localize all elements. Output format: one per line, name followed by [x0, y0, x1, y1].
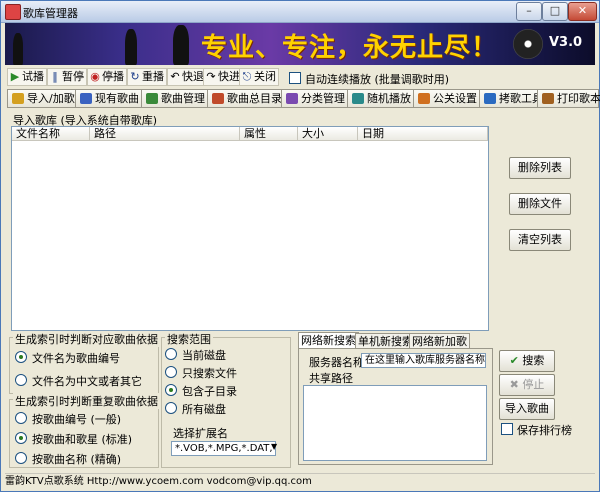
close-button[interactable]: ✕: [568, 2, 597, 21]
chevron-down-icon[interactable]: ▼: [271, 442, 277, 451]
pause-button[interactable]: ‖ 暂停: [47, 68, 87, 86]
minimize-button[interactable]: –: [516, 2, 542, 21]
radio-filename-as-number[interactable]: 文件名为歌曲编号: [15, 350, 120, 366]
banner: 专业、专注，永无止尽！ V3.0: [5, 23, 595, 65]
column-header-attribute[interactable]: 属性: [240, 127, 298, 141]
rewind-button[interactable]: ↶ 快退: [167, 68, 207, 86]
column-header-filename[interactable]: 文件名称: [12, 127, 90, 141]
radio-by-song-name[interactable]: 按歌曲名称 (精确): [15, 451, 121, 467]
fast-forward-button[interactable]: ↷ 快进: [203, 68, 243, 86]
server-name-label: 服务器名称: [309, 356, 364, 369]
index-song-legend: 生成索引时判断对应歌曲依据: [13, 331, 160, 347]
category-icon: [286, 93, 298, 104]
tab-network-search[interactable]: 网络新搜索: [298, 332, 359, 349]
index-dup-legend: 生成索引时判断重复歌曲依据: [13, 393, 160, 409]
main-window: 歌库管理器 – □ ✕ 专业、专注，永无止尽！ V3.0 ▶ 试播 ‖ 暂停 ◉ 停播…: [0, 0, 600, 492]
extension-label: 选择扩展名: [173, 427, 228, 440]
replay-button[interactable]: ↻ 重播: [127, 68, 167, 86]
delete-list-button[interactable]: 删除列表: [509, 157, 571, 179]
radio-filename-as-chinese[interactable]: 文件名为中文或者其它: [15, 373, 142, 389]
tab-random-play[interactable]: 随机播放: [347, 89, 419, 108]
music-note-icon: [146, 93, 158, 104]
search-button[interactable]: ✔ 搜索: [499, 350, 555, 372]
radio-by-song-number[interactable]: 按歌曲编号 (一般): [15, 411, 121, 427]
tab-song-management[interactable]: 歌曲管理: [141, 89, 213, 108]
tab-copy-tool[interactable]: 拷歌工具: [479, 89, 545, 108]
fast-forward-icon: ↷: [206, 70, 216, 83]
radio-current-disk[interactable]: 当前磁盘: [165, 347, 226, 363]
replay-icon: ↻: [130, 70, 140, 83]
tab-existing-songs[interactable]: 现有歌曲: [75, 89, 147, 108]
play-icon: ▶: [10, 70, 20, 83]
column-header-size[interactable]: 大小: [298, 127, 358, 141]
book-icon: [80, 93, 92, 104]
shuffle-icon: [352, 93, 364, 104]
pause-icon: ‖: [52, 70, 58, 83]
title-bar: 歌库管理器 – □ ✕: [1, 1, 599, 23]
dancer-silhouette-icon: [125, 29, 137, 65]
folder-icon: [12, 93, 24, 104]
cross-icon: ✖: [509, 378, 519, 391]
stop-icon: ◉: [90, 70, 100, 83]
exit-icon: ⎋: [242, 70, 252, 83]
radio-search-files-only[interactable]: 只搜索文件: [165, 365, 237, 381]
singer-silhouette-icon: [173, 25, 189, 65]
extension-select[interactable]: *.VOB,*.MPG,*.DAT,*.AVI: [171, 441, 276, 456]
window-title: 歌库管理器: [23, 7, 78, 20]
play-button[interactable]: ▶ 试播: [7, 68, 47, 86]
column-header-date[interactable]: 日期: [358, 127, 488, 141]
tab-settings[interactable]: 公关设置: [413, 89, 485, 108]
import-songs-button[interactable]: 导入歌曲: [499, 398, 555, 420]
app-icon: [5, 4, 21, 20]
network-search-pane: 服务器名称 在这里输入歌库服务器名称 共享路径: [298, 348, 493, 465]
tab-song-catalog[interactable]: 歌曲总目录: [207, 89, 287, 108]
tab-local-search[interactable]: 单机新搜索: [355, 333, 416, 349]
tab-network-add[interactable]: 网络新加歌: [409, 333, 470, 349]
print-icon: [542, 93, 554, 104]
maximize-button[interactable]: □: [542, 2, 568, 21]
stop-play-button[interactable]: ◉ 停播: [87, 68, 127, 86]
dancer-silhouette-icon: [13, 33, 23, 65]
checkmark-icon: ✔: [509, 354, 519, 367]
close-player-button[interactable]: ⎋ 关闭: [239, 68, 279, 86]
disc-icon: [513, 29, 543, 59]
tab-category-management[interactable]: 分类管理: [281, 89, 353, 108]
version-label: V3.0: [549, 35, 583, 50]
file-list[interactable]: 文件名称 路径 属性 大小 日期: [11, 126, 489, 331]
radio-all-disks[interactable]: 所有磁盘: [165, 401, 226, 417]
search-scope-legend: 搜索范围: [165, 331, 213, 347]
stop-button[interactable]: ✖ 停止: [499, 374, 555, 396]
tab-import[interactable]: 导入/加歌: [7, 89, 81, 108]
status-bar: 雷韵KTV点歌系统 Http://www.ycoem.com vodcom@vi…: [5, 473, 595, 490]
copy-icon: [484, 93, 496, 104]
column-header-path[interactable]: 路径: [90, 127, 240, 141]
radio-include-subdirs[interactable]: 包含子目录: [165, 383, 237, 399]
settings-icon: [418, 93, 430, 104]
radio-by-song-and-singer[interactable]: 按歌曲和歌星 (标准): [15, 431, 132, 447]
save-rank-checkbox[interactable]: 保存排行榜: [501, 422, 572, 438]
share-path-label: 共享路径: [309, 372, 353, 385]
share-path-list[interactable]: [303, 385, 487, 461]
server-name-input[interactable]: 在这里输入歌库服务器名称: [361, 353, 486, 368]
rewind-icon: ↶: [170, 70, 180, 83]
catalog-icon: [212, 93, 224, 104]
banner-slogan: 专业、专注，永无止尽！: [201, 33, 499, 63]
delete-file-button[interactable]: 删除文件: [509, 193, 571, 215]
clear-list-button[interactable]: 清空列表: [509, 229, 571, 251]
tab-print-songbook[interactable]: 打印歌本: [537, 89, 600, 108]
auto-play-checkbox[interactable]: 自动连续播放 (批量调歌时用): [289, 71, 449, 87]
